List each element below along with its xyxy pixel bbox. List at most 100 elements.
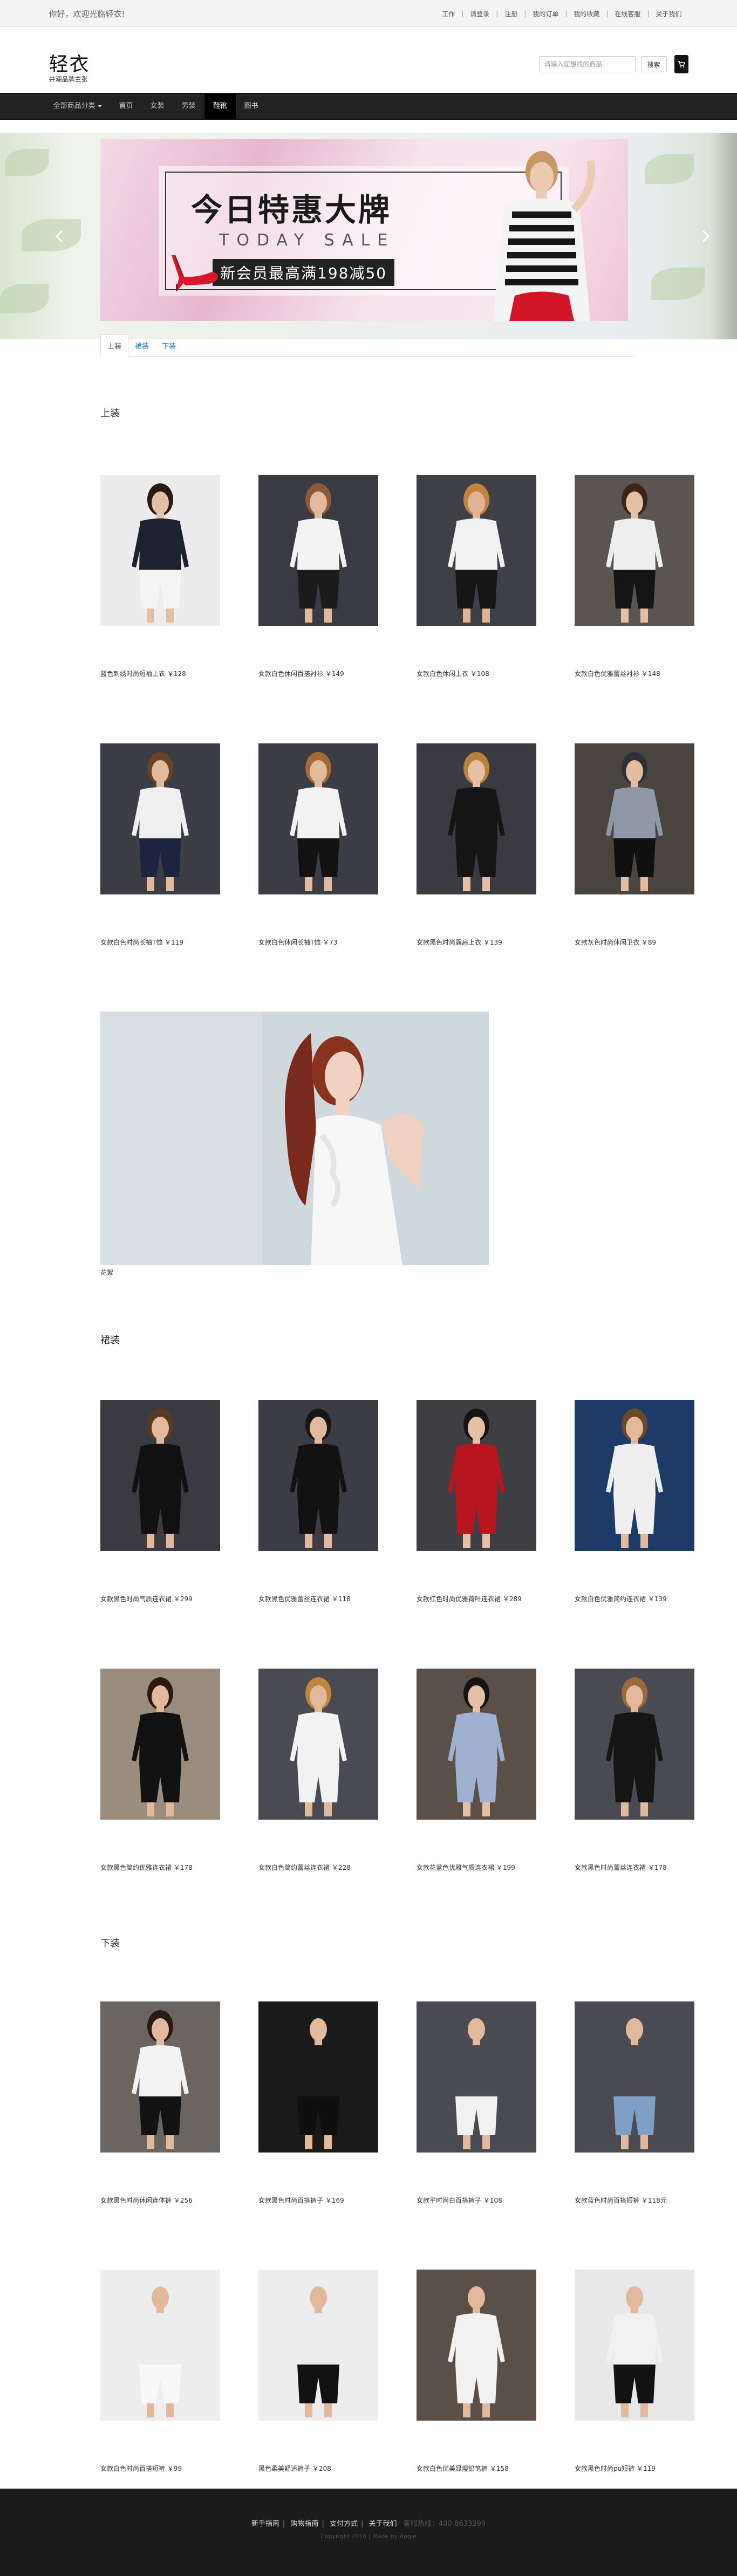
product-caption[interactable]: 女款花蓝色优雅气质连衣裙 ￥199 — [417, 1863, 515, 1872]
product-card[interactable]: 女款黑色时尚pu短裤 ￥119 — [568, 2270, 698, 2475]
top-link-favorites[interactable]: 我的收藏 — [567, 9, 606, 18]
product-caption[interactable]: 女款白色优雅蕾丝衬衫 ￥148 — [575, 669, 660, 678]
product-card[interactable]: 女款黑色时尚蕾丝连衣裙 ￥178 — [568, 1669, 698, 1874]
nav-shoes[interactable]: 鞋靴 — [204, 94, 236, 119]
product-image[interactable] — [100, 2270, 220, 2421]
footer-link-about[interactable]: 关于我们 — [369, 2520, 397, 2528]
tab-bottoms[interactable]: 下装 — [155, 335, 182, 356]
banner-carousel[interactable]: 今日特惠大牌 TODAY SALE 新会员最高满198减50 — [0, 133, 737, 339]
product-caption[interactable]: 黑色柔美舒适裤子 ￥208 — [258, 2464, 331, 2473]
product-image[interactable] — [575, 475, 694, 626]
product-card[interactable]: 女款黑色时尚露肩上衣 ￥139 — [410, 743, 540, 948]
product-card[interactable]: 女款白色时尚长袖T恤 ￥119 — [94, 743, 223, 948]
product-caption[interactable]: 女款黑色时尚休闲连体裤 ￥256 — [100, 2196, 193, 2205]
product-card[interactable]: 女款红色时尚优雅荷叶连衣裙 ￥289 — [410, 1400, 540, 1605]
product-image[interactable] — [258, 2001, 378, 2153]
cart-button[interactable] — [674, 55, 688, 73]
site-logo[interactable]: 轻衣 — [49, 49, 90, 77]
product-image[interactable] — [100, 1400, 220, 1551]
product-image[interactable] — [100, 1669, 220, 1820]
product-card[interactable]: 女款花蓝色优雅气质连衣裙 ￥199 — [410, 1669, 540, 1874]
product-card[interactable]: 女款白色时尚百搭短裤 ￥99 — [94, 2270, 223, 2475]
nav-women[interactable]: 女装 — [142, 94, 173, 119]
product-card[interactable]: 女款白色优美显瘦铅笔裤 ￥158 — [410, 2270, 540, 2475]
search-input[interactable] — [539, 56, 636, 72]
product-image[interactable] — [417, 743, 536, 894]
product-image[interactable] — [417, 2270, 536, 2421]
product-caption[interactable]: 女款灰色时尚休闲卫衣 ￥89 — [575, 938, 656, 947]
product-caption[interactable]: 女款黑色时尚气质连衣裙 ￥299 — [100, 1594, 193, 1603]
nav-home[interactable]: 首页 — [111, 94, 142, 119]
product-card[interactable]: 女款白色优雅简约连衣裙 ￥139 — [568, 1400, 698, 1605]
product-card[interactable]: 女款黑色优雅蕾丝连衣裙 ￥118 — [252, 1400, 381, 1605]
nav-all-categories[interactable]: 全部商品分类 — [49, 94, 111, 119]
product-caption[interactable]: 女款黑色时尚蕾丝连衣裙 ￥178 — [575, 1863, 667, 1872]
top-link-register[interactable]: 注册 — [498, 9, 524, 18]
product-card[interactable]: 女款平时尚白百搭裤子 ￥108 — [410, 2001, 540, 2206]
product-card[interactable]: 女款白色休闲上衣 ￥108 — [410, 475, 540, 680]
product-caption[interactable]: 女款黑色时尚pu短裤 ￥119 — [575, 2464, 656, 2473]
product-image[interactable] — [417, 1669, 536, 1820]
product-caption[interactable]: 女款黑色简约优雅连衣裙 ￥178 — [100, 1863, 193, 1872]
product-image[interactable] — [575, 2270, 694, 2421]
product-card[interactable]: 蓝色刺绣时尚短袖上衣 ￥128 — [94, 475, 223, 680]
product-image[interactable] — [258, 1400, 378, 1551]
product-image[interactable] — [258, 2270, 378, 2421]
product-caption[interactable]: 女款白色休闲上衣 ￥108 — [417, 669, 489, 678]
product-image[interactable] — [417, 475, 536, 626]
product-caption[interactable]: 女款白色时尚百搭短裤 ￥99 — [100, 2464, 182, 2473]
product-caption[interactable]: 女款白色简约蕾丝连衣裙 ￥228 — [258, 1863, 351, 1872]
product-card[interactable]: 女款白色休闲百搭衬衫 ￥149 — [252, 475, 381, 680]
banner-slide[interactable]: 今日特惠大牌 TODAY SALE 新会员最高满198减50 — [100, 139, 628, 321]
product-card[interactable]: 黑色柔美舒适裤子 ￥208 — [252, 2270, 381, 2475]
product-caption[interactable]: 蓝色刺绣时尚短袖上衣 ￥128 — [100, 669, 186, 678]
top-link-about[interactable]: 关于我们 — [649, 9, 688, 18]
product-caption[interactable]: 女款黑色优雅蕾丝连衣裙 ￥118 — [258, 1594, 351, 1603]
top-link-work[interactable]: 工作 — [435, 9, 461, 18]
product-image[interactable] — [258, 475, 378, 626]
product-card[interactable]: 女款灰色时尚休闲卫衣 ￥89 — [568, 743, 698, 948]
search-button[interactable]: 搜索 — [640, 56, 667, 72]
tab-tops[interactable]: 上装 — [100, 334, 129, 357]
product-caption[interactable]: 女款蓝色时尚百搭短裤 ￥118元 — [575, 2196, 667, 2205]
product-image[interactable] — [417, 1400, 536, 1551]
product-card[interactable]: 女款白色优雅蕾丝衬衫 ￥148 — [568, 475, 698, 680]
product-caption[interactable]: 女款白色优雅简约连衣裙 ￥139 — [575, 1594, 667, 1603]
nav-books[interactable]: 图书 — [236, 94, 267, 119]
product-card[interactable]: 女款黑色时尚气质连衣裙 ￥299 — [94, 1400, 223, 1605]
product-image[interactable] — [417, 2001, 536, 2153]
feature-photo[interactable] — [100, 1012, 489, 1265]
nav-men[interactable]: 男装 — [173, 94, 204, 119]
product-caption[interactable]: 女款红色时尚优雅荷叶连衣裙 ￥289 — [417, 1594, 522, 1603]
product-caption[interactable]: 女款黑色时尚百搭裤子 ￥169 — [258, 2196, 344, 2205]
product-caption[interactable]: 女款白色时尚长袖T恤 ￥119 — [100, 938, 183, 947]
product-card[interactable]: 女款白色简约蕾丝连衣裙 ￥228 — [252, 1669, 381, 1874]
product-card[interactable]: 女款蓝色时尚百搭短裤 ￥118元 — [568, 2001, 698, 2206]
product-image[interactable] — [100, 2001, 220, 2153]
product-caption[interactable]: 女款白色休闲百搭衬衫 ￥149 — [258, 669, 344, 678]
footer-link-guide[interactable]: 新手指南 — [251, 2520, 279, 2528]
product-image[interactable] — [575, 1400, 694, 1551]
product-image[interactable] — [575, 2001, 694, 2153]
footer-link-shopping[interactable]: 购物指南 — [290, 2520, 318, 2528]
product-card[interactable]: 女款白色休闲长袖T恤 ￥73 — [252, 743, 381, 948]
product-card[interactable]: 女款黑色时尚百搭裤子 ￥169 — [252, 2001, 381, 2206]
footer-link-payment[interactable]: 支付方式 — [330, 2520, 358, 2528]
product-image[interactable] — [258, 1669, 378, 1820]
product-caption[interactable]: 女款黑色时尚露肩上衣 ￥139 — [417, 938, 502, 947]
product-image[interactable] — [100, 475, 220, 626]
product-caption[interactable]: 女款白色优美显瘦铅笔裤 ￥158 — [417, 2464, 509, 2473]
product-image[interactable] — [575, 1669, 694, 1820]
top-link-service[interactable]: 在线客服 — [608, 9, 647, 18]
product-image[interactable] — [100, 743, 220, 894]
product-caption[interactable]: 女款平时尚白百搭裤子 ￥108 — [417, 2196, 502, 2205]
product-image[interactable] — [575, 743, 694, 894]
product-card[interactable]: 女款黑色时尚休闲连体裤 ￥256 — [94, 2001, 223, 2206]
tab-dresses[interactable]: 裙装 — [128, 335, 155, 356]
product-card[interactable]: 女款黑色简约优雅连衣裙 ￥178 — [94, 1669, 223, 1874]
carousel-prev-button[interactable] — [49, 220, 70, 252]
product-image[interactable] — [258, 743, 378, 894]
top-link-login[interactable]: 请登录 — [463, 9, 496, 18]
product-caption[interactable]: 女款白色休闲长袖T恤 ￥73 — [258, 938, 337, 947]
top-link-orders[interactable]: 我的订单 — [526, 9, 565, 18]
